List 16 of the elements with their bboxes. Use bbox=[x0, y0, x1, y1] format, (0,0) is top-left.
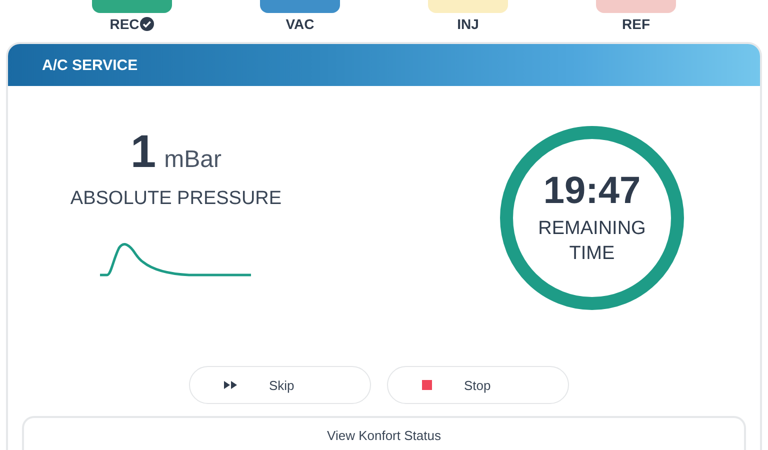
view-status-link[interactable]: View Konfort Status bbox=[327, 428, 441, 450]
step-label: VAC bbox=[286, 16, 314, 32]
step-label: REC bbox=[110, 16, 140, 32]
step-label: INJ bbox=[457, 16, 479, 32]
step-label: REF bbox=[622, 16, 650, 32]
pressure-label: ABSOLUTE PRESSURE bbox=[70, 188, 282, 210]
stop-icon bbox=[422, 380, 432, 390]
panel-title: A/C SERVICE bbox=[42, 56, 138, 74]
check-icon bbox=[140, 17, 154, 31]
remaining-time-label: REMAINING TIME bbox=[537, 216, 647, 266]
pressure-unit: mBar bbox=[164, 146, 222, 174]
skip-button[interactable]: Skip bbox=[189, 366, 371, 404]
stop-button[interactable]: Stop bbox=[387, 366, 569, 404]
pressure-value: 1 bbox=[130, 124, 156, 178]
fast-forward-icon bbox=[224, 381, 237, 389]
remaining-time: 19:47 bbox=[543, 170, 641, 213]
